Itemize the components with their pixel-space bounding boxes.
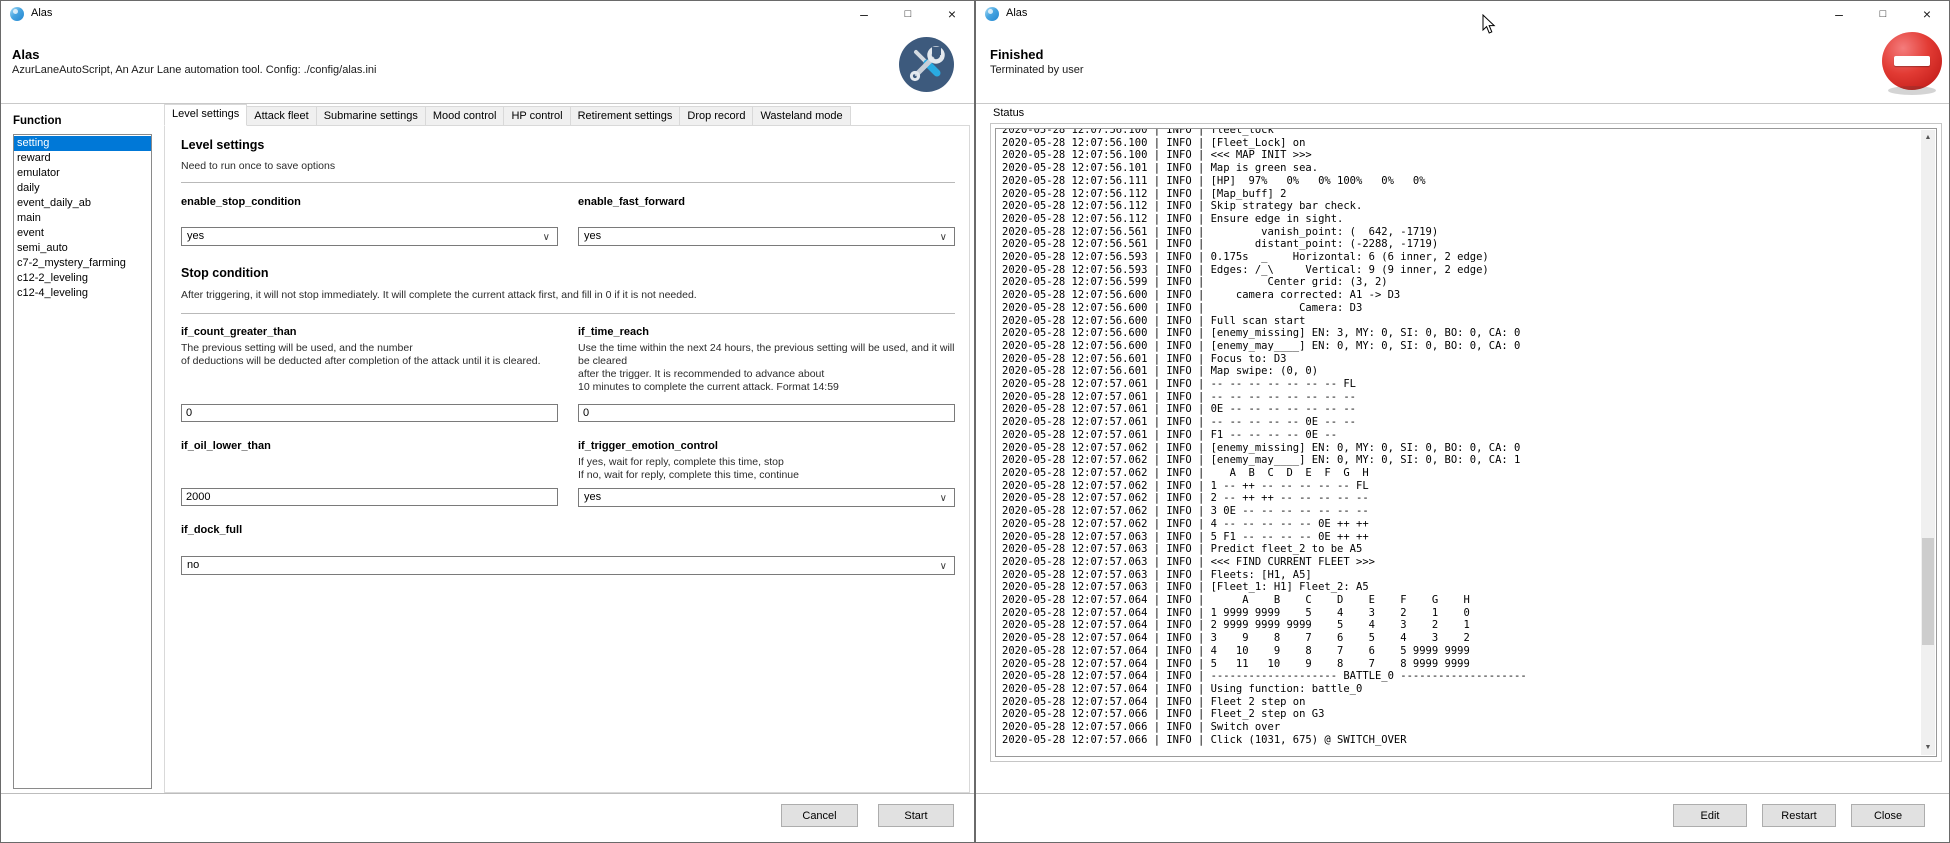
config-window: Alas – □ × Alas AzurLaneAutoScript, An A… — [0, 0, 975, 843]
if-trigger-emotion-control-label: if_trigger_emotion_control — [578, 440, 718, 452]
log-scrollbar[interactable]: ▲ ▼ — [1921, 130, 1935, 755]
function-item-main[interactable]: main — [14, 211, 151, 226]
settings-tabbar: Level settings Attack fleet Submarine se… — [164, 105, 850, 126]
run-status-title: Finished — [990, 47, 1043, 62]
minimize-button[interactable]: – — [1817, 1, 1861, 27]
function-item-event-daily-ab[interactable]: event_daily_ab — [14, 196, 151, 211]
function-item-daily[interactable]: daily — [14, 181, 151, 196]
tab-wasteland-mode[interactable]: Wasteland mode — [752, 106, 850, 126]
scrollbar-thumb[interactable] — [1922, 538, 1934, 645]
section-title-level-settings: Level settings — [181, 138, 264, 152]
enable-fast-forward-select[interactable]: yes ∨ — [578, 227, 955, 246]
titlebar: Alas – □ × — [976, 1, 1949, 27]
chevron-down-icon: ∨ — [940, 490, 947, 507]
tab-mood-control[interactable]: Mood control — [425, 106, 505, 126]
titlebar: Alas – □ × — [1, 1, 974, 27]
if-time-reach-desc: Use the time within the next 24 hours, t… — [578, 342, 958, 394]
chevron-down-icon: ∨ — [940, 229, 947, 246]
if-time-reach-input[interactable] — [578, 404, 955, 422]
tab-hp-control[interactable]: HP control — [503, 106, 570, 126]
header-separator — [1, 103, 974, 104]
run-status-subtitle: Terminated by user — [990, 64, 1084, 76]
function-item-c12-2[interactable]: c12-2_leveling — [14, 271, 151, 286]
tab-level-settings[interactable]: Level settings — [164, 104, 247, 126]
tab-retirement-settings[interactable]: Retirement settings — [570, 106, 681, 126]
chevron-down-icon: ∨ — [940, 558, 947, 575]
log-output[interactable]: 2020-05-28 12:07:56.100 | INFO | fleet_l… — [995, 128, 1937, 757]
divider — [181, 313, 955, 314]
enable-stop-condition-value: yes — [187, 230, 204, 242]
minimize-button[interactable]: – — [842, 1, 886, 27]
function-panel-label: Function — [13, 115, 62, 127]
page-title: Alas — [12, 47, 39, 62]
scroll-up-icon[interactable]: ▲ — [1921, 130, 1935, 145]
section-title-stop-condition: Stop condition — [181, 266, 268, 280]
status-group-label: Status — [993, 107, 1024, 119]
if-time-reach-label: if_time_reach — [578, 326, 649, 338]
function-item-c7-2[interactable]: c7-2_mystery_farming — [14, 256, 151, 271]
function-list[interactable]: setting reward emulator daily event_dail… — [13, 134, 152, 789]
close-button[interactable]: Close — [1851, 804, 1925, 827]
edit-button[interactable]: Edit — [1673, 804, 1747, 827]
tab-drop-record[interactable]: Drop record — [679, 106, 753, 126]
if-trigger-emotion-control-desc: If yes, wait for reply, complete this ti… — [578, 456, 958, 482]
header-separator — [976, 103, 1949, 104]
maximize-button[interactable]: □ — [886, 1, 930, 27]
enable-fast-forward-label: enable_fast_forward — [578, 196, 685, 208]
mouse-cursor — [1482, 14, 1496, 35]
log-text: 2020-05-28 12:07:56.100 | INFO | fleet_l… — [996, 128, 1936, 746]
if-dock-full-value: no — [187, 559, 199, 571]
function-item-c12-4[interactable]: c12-4_leveling — [14, 286, 151, 301]
close-icon[interactable]: × — [930, 1, 974, 27]
enable-stop-condition-label: enable_stop_condition — [181, 196, 301, 208]
section-desc-stop-condition: After triggering, it will not stop immed… — [181, 289, 697, 301]
tab-submarine-settings[interactable]: Submarine settings — [316, 106, 426, 126]
if-trigger-emotion-control-select[interactable]: yes ∨ — [578, 488, 955, 507]
page-subtitle: AzurLaneAutoScript, An Azur Lane automat… — [12, 64, 376, 76]
footer-separator — [976, 793, 1949, 794]
level-settings-panel: Level settings Need to run once to save … — [164, 125, 970, 793]
cancel-button[interactable]: Cancel — [781, 804, 858, 827]
function-item-setting[interactable]: setting — [14, 136, 151, 151]
enable-stop-condition-select[interactable]: yes ∨ — [181, 227, 558, 246]
if-dock-full-select[interactable]: no ∨ — [181, 556, 955, 575]
function-item-reward[interactable]: reward — [14, 151, 151, 166]
divider — [181, 182, 955, 183]
scroll-down-icon[interactable]: ▼ — [1921, 740, 1935, 755]
window-title: Alas — [31, 7, 52, 19]
runner-window: Alas – □ × Finished Terminated by user S… — [975, 0, 1950, 843]
function-item-event[interactable]: event — [14, 226, 151, 241]
chevron-down-icon: ∨ — [543, 229, 550, 246]
tools-icon — [899, 37, 954, 92]
window-title: Alas — [1006, 7, 1027, 19]
if-count-greater-than-label: if_count_greater_than — [181, 326, 297, 338]
app-logo-icon — [10, 7, 24, 21]
if-oil-lower-than-input[interactable] — [181, 488, 558, 506]
if-dock-full-label: if_dock_full — [181, 524, 242, 536]
if-oil-lower-than-label: if_oil_lower_than — [181, 440, 271, 452]
stop-sign-icon — [1882, 32, 1942, 90]
close-icon[interactable]: × — [1905, 1, 1949, 27]
function-item-semi-auto[interactable]: semi_auto — [14, 241, 151, 256]
start-button[interactable]: Start — [878, 804, 954, 827]
tab-attack-fleet[interactable]: Attack fleet — [246, 106, 316, 126]
section-desc-level-settings: Need to run once to save options — [181, 160, 335, 172]
maximize-button[interactable]: □ — [1861, 1, 1905, 27]
if-count-greater-than-input[interactable] — [181, 404, 558, 422]
function-item-emulator[interactable]: emulator — [14, 166, 151, 181]
restart-button[interactable]: Restart — [1762, 804, 1836, 827]
enable-fast-forward-value: yes — [584, 230, 601, 242]
if-trigger-emotion-control-value: yes — [584, 491, 601, 503]
if-count-greater-than-desc: The previous setting will be used, and t… — [181, 342, 561, 368]
footer-separator — [1, 793, 974, 794]
app-logo-icon — [985, 7, 999, 21]
status-groupbox: 2020-05-28 12:07:56.100 | INFO | fleet_l… — [990, 123, 1942, 762]
